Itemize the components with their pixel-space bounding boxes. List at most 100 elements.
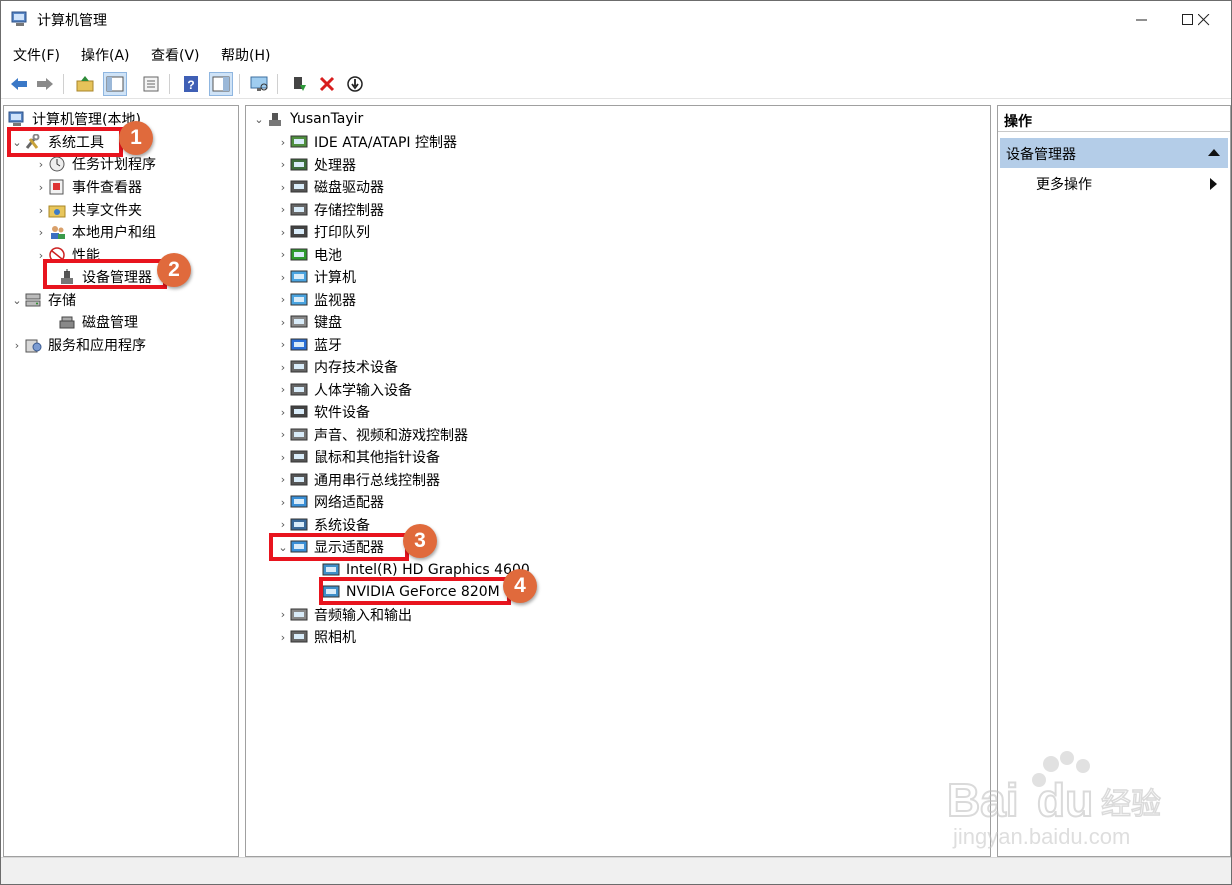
device-category[interactable]: › 鼠标和其他指针设备: [276, 446, 440, 468]
device-category[interactable]: › 通用串行总线控制器: [276, 469, 440, 491]
clock-icon: [49, 156, 65, 172]
device-category[interactable]: › 照相机: [276, 626, 356, 648]
device-category-label: 打印队列: [314, 225, 370, 241]
highlight-nvidia: [319, 577, 511, 605]
chevron-right-icon[interactable]: ›: [276, 271, 290, 284]
device-category[interactable]: › 监视器: [276, 289, 356, 311]
chevron-down-icon[interactable]: ⌄: [252, 113, 266, 126]
device-category[interactable]: › 计算机: [276, 266, 356, 288]
chevron-right-icon[interactable]: ›: [276, 226, 290, 239]
actions-pane: 操作 设备管理器 更多操作: [997, 105, 1231, 857]
tree-item-services-apps[interactable]: › 服务和应用程序: [10, 334, 146, 356]
chevron-right-icon[interactable]: ›: [276, 181, 290, 194]
chevron-down-icon[interactable]: ⌄: [10, 294, 24, 307]
device-category[interactable]: › 处理器: [276, 154, 356, 176]
device-category[interactable]: › 存储控制器: [276, 199, 384, 221]
step-badge-2: 2: [157, 253, 191, 287]
tree-item-label: 事件查看器: [72, 180, 142, 196]
chevron-right-icon[interactable]: ›: [276, 203, 290, 216]
scan-hardware-button[interactable]: [247, 72, 271, 96]
back-button[interactable]: [7, 72, 31, 96]
device-category-icon: [290, 338, 308, 350]
tree-item-label: 服务和应用程序: [48, 338, 146, 354]
device-category[interactable]: › 内存技术设备: [276, 356, 398, 378]
show-tree-button[interactable]: [103, 72, 127, 96]
more-actions-label: 更多操作: [1036, 177, 1092, 193]
chevron-right-icon[interactable]: ›: [276, 338, 290, 351]
device-category-label: 计算机: [314, 270, 356, 286]
device-category-label: 键盘: [314, 315, 342, 331]
chevron-right-icon[interactable]: ›: [276, 361, 290, 374]
chevron-right-icon[interactable]: ›: [276, 406, 290, 419]
device-category-label: 存储控制器: [314, 202, 384, 219]
properties-button[interactable]: [139, 72, 163, 96]
menu-view[interactable]: 查看(V): [151, 45, 200, 65]
chevron-right-icon[interactable]: ›: [34, 226, 48, 239]
chevron-right-icon[interactable]: ›: [276, 158, 290, 171]
actions-group-device-manager[interactable]: 设备管理器: [1000, 138, 1228, 168]
chevron-right-icon[interactable]: ›: [34, 158, 48, 171]
menu-file[interactable]: 文件(F): [13, 45, 60, 65]
uninstall-device-button[interactable]: [315, 72, 339, 96]
forward-button[interactable]: [33, 72, 57, 96]
tree-item-label: 共享文件夹: [72, 203, 142, 219]
device-category[interactable]: › 磁盘驱动器: [276, 176, 384, 198]
close-button[interactable]: [1181, 1, 1227, 39]
menu-help[interactable]: 帮助(H): [221, 45, 270, 65]
chevron-right-icon[interactable]: ›: [276, 473, 290, 486]
device-category[interactable]: › 人体学输入设备: [276, 379, 412, 401]
up-folder-button[interactable]: [73, 72, 97, 96]
tree-item-local-users[interactable]: › 本地用户和组: [34, 221, 156, 243]
chevron-right-icon[interactable]: ›: [276, 248, 290, 261]
chevron-right-icon[interactable]: ›: [276, 496, 290, 509]
chevron-right-icon[interactable]: ›: [276, 518, 290, 531]
device-category[interactable]: › 声音、视频和游戏控制器: [276, 424, 468, 446]
more-actions-item[interactable]: 更多操作: [1000, 170, 1228, 196]
chevron-right-icon[interactable]: ›: [276, 428, 290, 441]
device-tree-root[interactable]: ⌄ YusanTayir: [252, 108, 363, 130]
menu-action[interactable]: 操作(A): [81, 45, 130, 65]
device-category-icon: [290, 495, 308, 508]
chevron-right-icon[interactable]: ›: [10, 339, 24, 352]
device-category[interactable]: › 键盘: [276, 311, 342, 333]
device-category-icon: [322, 563, 340, 575]
tree-item-disk-management[interactable]: 磁盘管理: [58, 311, 138, 333]
help-icon: ?: [184, 76, 198, 92]
chevron-right-icon[interactable]: ›: [276, 631, 290, 644]
device-category[interactable]: › 音频输入和输出: [276, 604, 412, 626]
device-category-icon: [290, 270, 308, 283]
chevron-right-icon[interactable]: ›: [276, 383, 290, 396]
device-category[interactable]: › 电池: [276, 244, 342, 266]
highlight-system-tools: [7, 127, 123, 157]
minimize-button[interactable]: [1119, 1, 1165, 39]
device-category[interactable]: › IDE ATA/ATAPI 控制器: [276, 131, 457, 153]
device-category[interactable]: › 网络适配器: [276, 491, 384, 513]
chevron-right-icon[interactable]: ›: [34, 204, 48, 217]
chevron-right-icon[interactable]: ›: [34, 181, 48, 194]
device-category-label: Intel(R) HD Graphics 4600: [346, 561, 530, 578]
chevron-right-icon[interactable]: ›: [276, 451, 290, 464]
help-button[interactable]: ?: [179, 72, 203, 96]
toolbar-separator: [277, 74, 278, 94]
chevron-right-icon[interactable]: ›: [276, 136, 290, 149]
update-driver-button[interactable]: [343, 72, 367, 96]
collapse-up-icon[interactable]: [1208, 148, 1220, 156]
device-category[interactable]: › 打印队列: [276, 221, 370, 243]
device-category[interactable]: › 软件设备: [276, 401, 370, 423]
device-category-label: 蓝牙: [314, 337, 342, 354]
tree-item-storage[interactable]: ⌄ 存储: [10, 289, 76, 311]
device-category-icon: [290, 225, 308, 238]
chevron-right-icon[interactable]: ›: [276, 293, 290, 306]
tree-item-shared-folders[interactable]: › 共享文件夹: [34, 199, 142, 221]
device-category-label: 系统设备: [314, 517, 370, 534]
watermark-url: jingyan.baidu.com: [953, 824, 1131, 849]
chevron-right-icon[interactable]: ›: [276, 608, 290, 621]
tree-item-event-viewer[interactable]: › 事件查看器: [34, 176, 142, 198]
enable-device-button[interactable]: [287, 72, 311, 96]
device-category[interactable]: › 蓝牙: [276, 334, 342, 356]
show-action-pane-button[interactable]: [209, 72, 233, 96]
actions-header: 操作: [998, 106, 1230, 132]
device-category-label: IDE ATA/ATAPI 控制器: [314, 135, 458, 151]
chevron-right-icon[interactable]: ›: [276, 316, 290, 329]
svg-text:经验: 经验: [1101, 787, 1161, 822]
